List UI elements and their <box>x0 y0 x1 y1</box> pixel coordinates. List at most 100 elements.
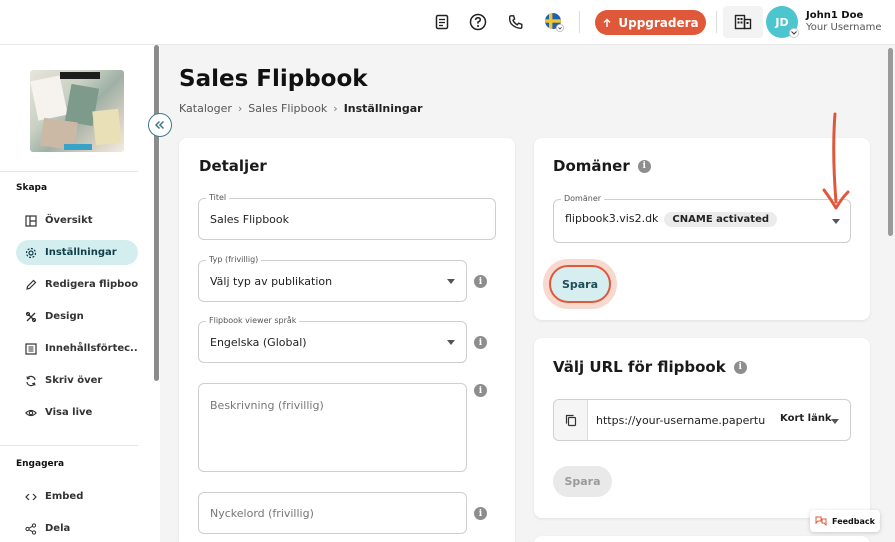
page-title: Sales Flipbook <box>179 66 368 92</box>
upgrade-label: Uppgradera <box>618 15 699 30</box>
type-select-label: Typ (frivillig) <box>206 255 262 264</box>
collapse-sidebar-button[interactable] <box>148 113 172 137</box>
domains-select[interactable]: Domäner flipbook3.vis2.dk CNAME activated <box>553 194 851 243</box>
info-icon[interactable]: i <box>474 507 487 520</box>
url-input[interactable]: https://your-username.papertur <box>596 414 766 427</box>
details-card: Detaljer Titel Sales Flipbook Typ (frivi… <box>179 138 515 542</box>
help-icon[interactable] <box>467 11 489 33</box>
flipbook-thumbnail[interactable] <box>30 70 124 152</box>
chevron-down-icon[interactable] <box>831 419 839 424</box>
next-card <box>534 536 870 542</box>
sidebar-item-label: Embed <box>45 491 84 502</box>
sidebar-item-label: Skriv över <box>45 375 103 386</box>
sidebar-section-engage: Engagera <box>16 459 65 469</box>
feedback-label: Feedback <box>832 516 875 526</box>
keywords-field[interactable]: Nyckelord (frivillig) <box>198 492 467 534</box>
sidebar-item-overwrite[interactable]: Skriv över <box>16 368 138 393</box>
main-scrollbar[interactable] <box>888 48 893 236</box>
domains-select-label: Domäner <box>561 194 605 203</box>
sidebar-item-view-live[interactable]: Visa live <box>16 400 138 425</box>
description-field[interactable]: Beskrivning (frivillig) <box>198 383 467 472</box>
info-icon[interactable]: i <box>474 384 487 397</box>
domains-select-value: flipbook3.vis2.dk CNAME activated <box>565 212 778 227</box>
chevron-right-icon: › <box>237 102 243 115</box>
user-name[interactable]: John1 Doe <box>806 10 863 21</box>
chevron-down-icon <box>447 340 455 345</box>
share-icon <box>25 522 37 535</box>
info-icon[interactable]: i <box>733 360 747 374</box>
sidebar-item-design[interactable]: Design <box>16 304 138 329</box>
info-icon[interactable]: i <box>637 159 651 173</box>
copy-url-button[interactable] <box>554 400 588 440</box>
sidebar-scrollbar[interactable] <box>154 45 159 381</box>
annotation-arrow-icon <box>822 112 850 210</box>
language-select-value: Engelska (Global) <box>210 336 307 349</box>
url-heading: Välj URL för flipbook i <box>553 358 747 376</box>
sidebar-item-overview[interactable]: Översikt <box>16 208 138 233</box>
sidebar-item-share[interactable]: Dela <box>16 516 138 541</box>
status-badge: CNAME activated <box>664 212 778 227</box>
sidebar-item-label: Översikt <box>45 215 93 226</box>
overview-icon <box>25 214 37 227</box>
sidebar-item-label: Dela <box>45 523 71 534</box>
domains-save-button[interactable]: Spara <box>549 265 611 303</box>
sweden-flag-icon[interactable] <box>543 11 565 33</box>
copy-icon <box>565 414 576 426</box>
language-select[interactable]: Flipbook viewer språk Engelska (Global) <box>198 316 467 363</box>
sidebar-item-table-of-contents[interactable]: Innehållsförtec... <box>16 336 138 361</box>
code-icon <box>25 493 37 500</box>
chevron-down-icon <box>447 279 455 284</box>
info-icon[interactable]: i <box>474 336 487 349</box>
sidebar-divider <box>0 171 138 172</box>
feedback-icon <box>815 516 827 526</box>
description-placeholder: Beskrivning (frivillig) <box>210 399 324 412</box>
url-input-group: https://your-username.papertur Kort länk <box>553 399 851 441</box>
upgrade-button[interactable]: Uppgradera <box>595 10 706 35</box>
breadcrumb: Kataloger › Sales Flipbook › Inställning… <box>179 102 423 115</box>
title-field[interactable]: Titel Sales Flipbook <box>198 193 496 240</box>
user-subtitle: Your Username <box>806 22 882 33</box>
document-icon[interactable] <box>431 11 453 33</box>
url-type-select[interactable]: Kort länk <box>780 413 832 424</box>
domains-heading-text: Domäner <box>553 157 630 175</box>
eye-icon <box>25 409 37 416</box>
url-type-value: Kort länk <box>780 413 832 424</box>
language-select-label: Flipbook viewer språk <box>206 316 300 325</box>
info-icon[interactable]: i <box>474 275 487 288</box>
sidebar-item-settings[interactable]: Inställningar <box>16 240 138 265</box>
building-icon <box>734 14 752 30</box>
domain-value: flipbook3.vis2.dk <box>565 212 659 225</box>
topbar-divider <box>716 11 717 33</box>
sidebar-item-label: Redigera flipbook <box>45 279 138 290</box>
type-select[interactable]: Typ (frivillig) Välj typ av publikation <box>198 255 467 302</box>
url-heading-text: Välj URL för flipbook <box>553 358 726 376</box>
url-save-button[interactable]: Spara <box>553 466 612 497</box>
refresh-icon <box>26 375 36 386</box>
chevron-down-icon[interactable] <box>789 28 799 38</box>
breadcrumb-current: Inställningar <box>343 102 423 115</box>
organization-button[interactable] <box>723 6 763 38</box>
feedback-button[interactable]: Feedback <box>810 510 880 532</box>
sidebar-item-embed[interactable]: Embed <box>16 484 138 509</box>
chevron-down-icon <box>832 219 840 224</box>
sidebar-item-label: Visa live <box>45 407 93 418</box>
topbar-divider <box>579 11 580 33</box>
chevron-right-icon: › <box>333 102 338 115</box>
sidebar-item-label: Design <box>45 311 84 322</box>
details-heading: Detaljer <box>199 157 267 175</box>
phone-icon[interactable] <box>505 11 527 33</box>
sidebar-item-edit-flipbook[interactable]: Redigera flipbook <box>16 272 138 297</box>
title-field-label: Titel <box>206 193 230 202</box>
type-select-value: Välj typ av publikation <box>210 275 333 288</box>
top-bar: Uppgradera JD John1 Doe Your Username <box>0 0 895 45</box>
sidebar: Skapa Översikt Inställningar Redigera fl… <box>0 45 160 542</box>
sidebar-divider <box>0 445 138 446</box>
design-icon <box>25 311 37 322</box>
pencil-icon <box>26 279 37 290</box>
breadcrumb-catalogs[interactable]: Kataloger <box>179 102 232 115</box>
keywords-placeholder: Nyckelord (frivillig) <box>210 507 314 520</box>
avatar-initials: JD <box>775 15 789 29</box>
breadcrumb-flipbook[interactable]: Sales Flipbook <box>248 102 327 115</box>
title-field-value: Sales Flipbook <box>210 213 290 226</box>
list-icon <box>25 342 37 355</box>
